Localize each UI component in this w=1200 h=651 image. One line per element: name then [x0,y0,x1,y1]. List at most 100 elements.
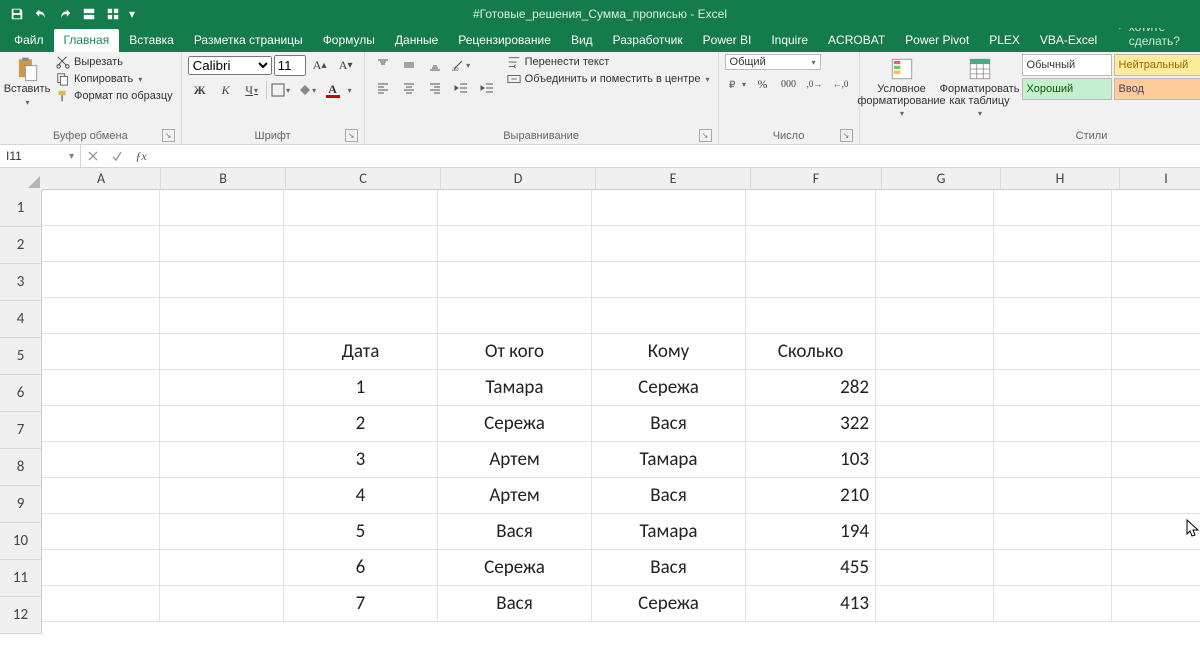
cell[interactable] [160,514,284,550]
dialog-launcher-icon[interactable]: ↘ [162,129,175,142]
tab-developer[interactable]: Разработчик [603,29,693,52]
col-header-H[interactable]: H [1001,168,1120,190]
paste-button[interactable]: Вставить ▾ [6,54,48,109]
cell[interactable]: Сережа [592,586,746,622]
tab-home[interactable]: Главная [54,29,120,52]
font-name-select[interactable]: Calibri [188,56,272,75]
style-good[interactable]: Хороший [1022,78,1112,100]
cell[interactable] [876,514,994,550]
orientation-icon[interactable]: ab▾ [449,54,473,76]
cell[interactable] [42,298,160,334]
bold-button[interactable]: Ж [188,79,212,101]
italic-button[interactable]: К [214,79,238,101]
col-header-D[interactable]: D [441,168,596,190]
cell[interactable]: 210 [746,478,876,514]
cell[interactable] [1112,586,1200,622]
cell[interactable] [438,190,592,226]
name-box[interactable]: I11▼ [0,145,81,167]
cell[interactable]: 103 [746,442,876,478]
align-center-icon[interactable] [397,77,421,99]
row-header-6[interactable]: 6 [0,375,42,412]
merge-center-button[interactable]: Объединить и поместить в центре▾ [505,71,712,87]
cell[interactable]: 6 [284,550,438,586]
cell[interactable] [160,190,284,226]
col-header-I[interactable]: I [1120,168,1200,190]
cell[interactable] [42,406,160,442]
cell[interactable] [1112,190,1200,226]
cell[interactable]: Вася [592,478,746,514]
row-header-2[interactable]: 2 [0,227,42,264]
cell[interactable] [876,550,994,586]
cell[interactable] [1112,334,1200,370]
cell[interactable]: Сережа [438,406,592,442]
cell[interactable] [994,478,1112,514]
number-format-select[interactable]: Общий▾ [725,54,821,70]
cell[interactable]: 5 [284,514,438,550]
tab-vbaexcel[interactable]: VBA-Excel [1030,29,1107,52]
cell[interactable]: Тамара [438,370,592,406]
style-normal[interactable]: Обычный [1022,54,1112,76]
cell[interactable] [876,586,994,622]
align-middle-icon[interactable] [397,54,421,76]
enter-formula-icon[interactable] [105,150,129,162]
cell[interactable] [994,514,1112,550]
cell[interactable]: Сережа [592,370,746,406]
percent-format-icon[interactable]: % [751,73,775,95]
borders-button[interactable]: ▾ [269,79,293,101]
cell[interactable] [876,226,994,262]
cell[interactable] [746,190,876,226]
cell[interactable]: Тамара [592,442,746,478]
formula-input[interactable] [153,148,1200,164]
cell[interactable] [994,262,1112,298]
cell[interactable]: Вася [438,586,592,622]
cell[interactable]: Кому [592,334,746,370]
conditional-formatting-button[interactable]: Условное форматирование▾ [866,54,938,120]
row-header-8[interactable]: 8 [0,449,42,486]
cell[interactable] [994,190,1112,226]
cell[interactable] [160,262,284,298]
cell[interactable] [42,550,160,586]
row-header-10[interactable]: 10 [0,523,42,560]
cell[interactable] [160,550,284,586]
cell[interactable]: 4 [284,478,438,514]
cell[interactable] [746,226,876,262]
col-header-B[interactable]: B [161,168,286,190]
cell-styles-gallery[interactable]: Обычный Нейтральный Плохой Хороший Ввод … [1022,54,1200,100]
tab-powerbi[interactable]: Power BI [693,29,762,52]
cell[interactable] [876,370,994,406]
cell[interactable] [994,550,1112,586]
cell[interactable] [1112,298,1200,334]
cell[interactable] [994,442,1112,478]
cell[interactable]: 282 [746,370,876,406]
cell[interactable] [42,190,160,226]
row-header-7[interactable]: 7 [0,412,42,449]
cell[interactable] [42,334,160,370]
increase-decimal-icon[interactable]: ,0→ [803,73,827,95]
tab-review[interactable]: Рецензирование [448,29,561,52]
tab-formulas[interactable]: Формулы [313,29,385,52]
align-right-icon[interactable] [423,77,447,99]
qat-grid-icon[interactable] [102,3,124,25]
wrap-text-button[interactable]: Перенести текст [505,54,712,70]
cell[interactable]: Вася [592,406,746,442]
cell[interactable] [160,334,284,370]
cell[interactable] [592,190,746,226]
tab-file[interactable]: Файл [4,29,54,52]
cell[interactable] [592,226,746,262]
cell[interactable]: 194 [746,514,876,550]
cell[interactable] [994,586,1112,622]
cell[interactable] [284,190,438,226]
cell[interactable] [1112,262,1200,298]
cell[interactable]: Вася [592,550,746,586]
select-all-corner[interactable] [0,168,43,191]
cell[interactable] [876,262,994,298]
cell[interactable] [160,370,284,406]
decrease-font-icon[interactable]: A▾ [334,54,358,76]
cell[interactable] [746,262,876,298]
col-header-A[interactable]: A [42,168,161,190]
cell[interactable] [1112,514,1200,550]
align-bottom-icon[interactable] [423,54,447,76]
cell[interactable] [438,262,592,298]
font-color-button[interactable]: A [321,79,345,101]
cell[interactable] [1112,370,1200,406]
